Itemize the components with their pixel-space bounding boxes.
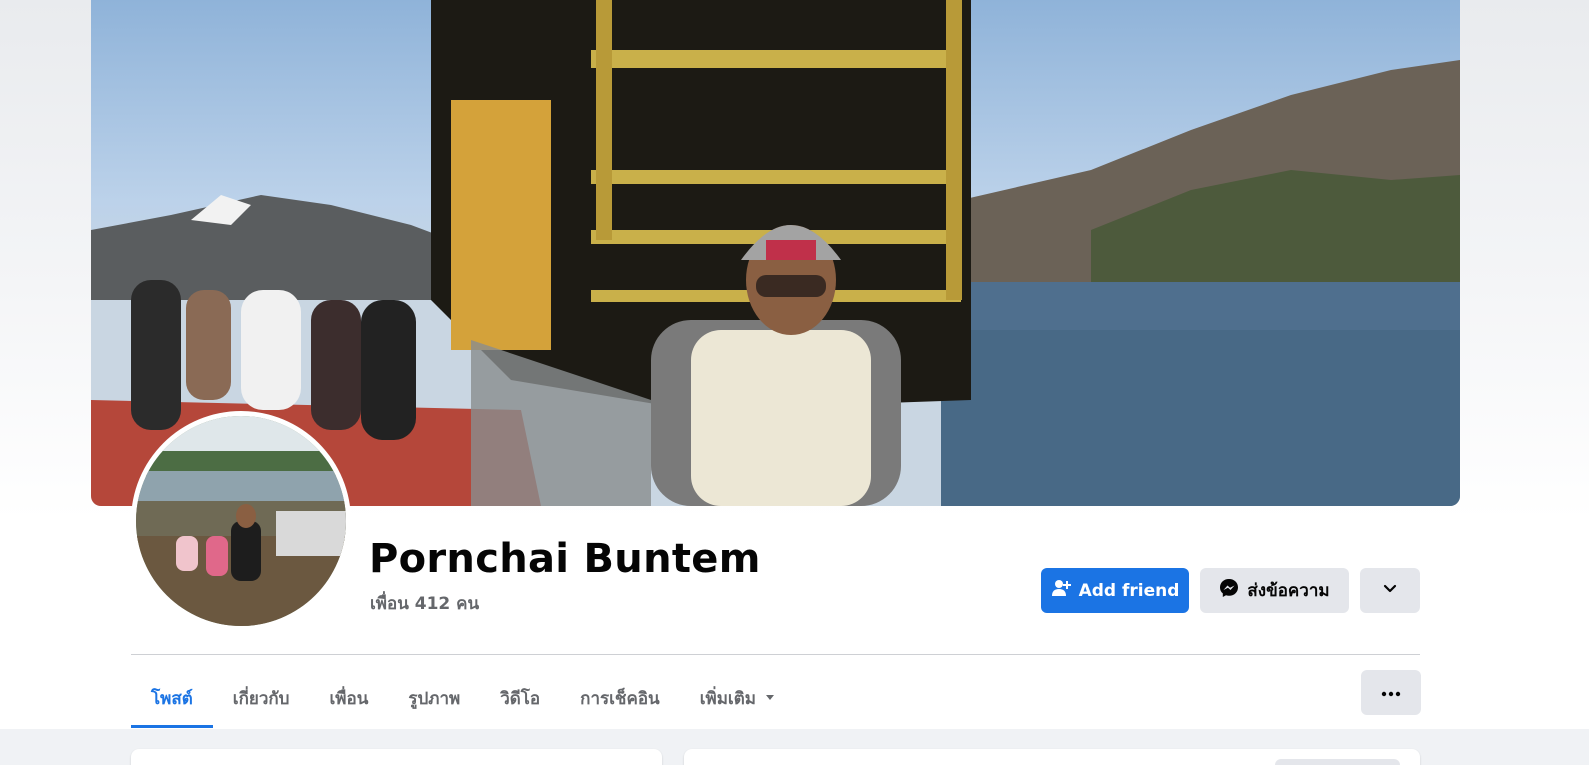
tab-more[interactable]: เพิ่มเติม: [680, 668, 796, 728]
filter-button[interactable]: [1275, 759, 1400, 765]
tab-posts[interactable]: โพสต์: [131, 668, 213, 728]
message-label: ส่งข้อความ: [1247, 581, 1330, 601]
caret-down-icon: [764, 688, 776, 708]
profile-tabs: โพสต์ เกี่ยวกับ เพื่อน รูปภาพ วิดีโอ การ…: [131, 668, 796, 728]
tab-photos[interactable]: รูปภาพ: [388, 668, 480, 728]
intro-card: [131, 749, 662, 765]
tab-label: เพื่อน: [329, 688, 369, 709]
chevron-down-icon: [1382, 580, 1398, 601]
tab-label: โพสต์: [151, 688, 193, 709]
add-friend-button[interactable]: Add friend: [1041, 568, 1189, 613]
message-button[interactable]: ส่งข้อความ: [1200, 568, 1349, 613]
tab-friends[interactable]: เพื่อน: [309, 668, 388, 728]
friend-count[interactable]: เพื่อน 412 คน: [370, 590, 479, 617]
tab-label: วิดีโอ: [500, 688, 541, 709]
tab-label: เพิ่มเติม: [699, 688, 756, 709]
tab-label: เกี่ยวกับ: [232, 688, 290, 709]
header-divider: [131, 654, 1420, 655]
profile-picture[interactable]: [131, 411, 351, 631]
tab-about[interactable]: เกี่ยวกับ: [213, 668, 310, 728]
tab-videos[interactable]: วิดีโอ: [480, 668, 560, 728]
tab-label: รูปภาพ: [408, 688, 461, 709]
more-options-button[interactable]: [1361, 670, 1421, 715]
profile-options-button[interactable]: [1360, 568, 1420, 613]
avatar: [136, 416, 346, 626]
tab-label: การเช็คอิน: [580, 688, 660, 709]
messenger-icon: [1219, 578, 1239, 603]
profile-name: Pornchai Buntem: [369, 536, 761, 582]
ellipsis-icon: [1381, 684, 1401, 702]
add-friend-label: Add friend: [1078, 580, 1180, 601]
person-add-icon: [1051, 578, 1071, 603]
tab-checkins[interactable]: การเช็คอิน: [560, 668, 680, 728]
